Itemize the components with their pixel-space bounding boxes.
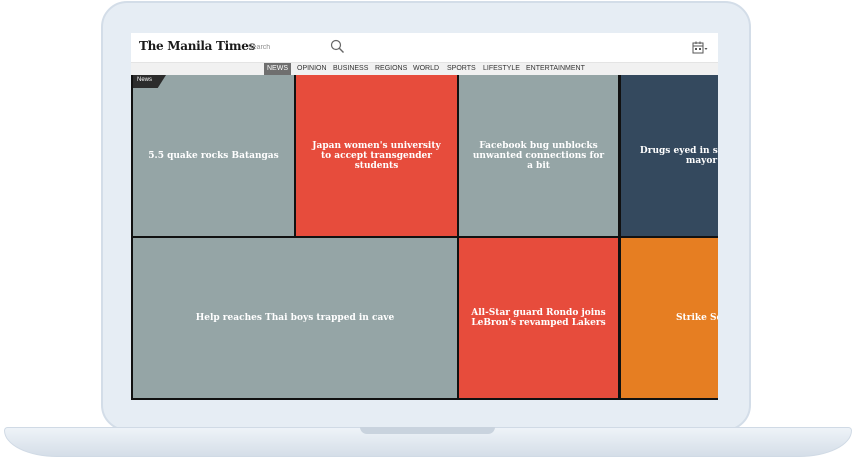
laptop-notch	[360, 427, 495, 434]
nav-item-opinion[interactable]: OPINION	[294, 63, 330, 75]
nav-item-sports[interactable]: SPORTS	[444, 63, 479, 75]
section-tag: News	[133, 75, 166, 88]
search-input[interactable]	[248, 41, 323, 54]
tile-headline: 5.5 quake rocks Batangas	[148, 150, 279, 161]
tile-headline: Japan women's university to accept trans…	[312, 140, 441, 171]
nav-item-regions[interactable]: REGIONS	[372, 63, 410, 75]
nav-item-business[interactable]: BUSINESS	[330, 63, 371, 75]
browser-screen: The Manila Times NEWS OPINION BUSINESS R…	[131, 33, 718, 400]
nav-item-world[interactable]: WORLD	[410, 63, 442, 75]
site-header: The Manila Times	[131, 33, 718, 62]
news-tile[interactable]: Help reaches Thai boys trapped in cave	[133, 238, 457, 398]
nav-item-entertainment[interactable]: ENTERTAINMENT	[523, 63, 588, 75]
tile-headline: Strike Ser	[676, 313, 718, 323]
news-tile[interactable]: Japan women's university to accept trans…	[296, 75, 457, 236]
tile-headline: All-Star guard Rondo joins LeBron's reva…	[471, 308, 606, 328]
tile-headline: Help reaches Thai boys trapped in cave	[195, 313, 395, 323]
nav-item-news[interactable]: NEWS	[264, 63, 291, 75]
site-logo[interactable]: The Manila Times	[139, 39, 255, 53]
news-grid: News 5.5 quake rocks Batangas Japan wome…	[131, 75, 718, 400]
news-tile[interactable]: News 5.5 quake rocks Batangas	[133, 75, 294, 236]
news-tile[interactable]: Strike Ser	[621, 238, 718, 398]
search-icon[interactable]	[330, 39, 345, 54]
news-tile[interactable]: All-Star guard Rondo joins LeBron's reva…	[459, 238, 618, 398]
tile-headline: Facebook bug unblocks unwanted connectio…	[472, 140, 605, 171]
calendar-icon[interactable]	[692, 41, 708, 55]
news-tile[interactable]: Drugs eyed in slay of ex-mayor	[621, 75, 718, 236]
tile-headline: Drugs eyed in slay of ex-mayor	[639, 145, 718, 166]
nav-item-lifestyle[interactable]: LIFESTYLE	[480, 63, 523, 75]
section-nav: NEWS OPINION BUSINESS REGIONS WORLD SPOR…	[131, 62, 718, 75]
news-tile[interactable]: Facebook bug unblocks unwanted connectio…	[459, 75, 618, 236]
